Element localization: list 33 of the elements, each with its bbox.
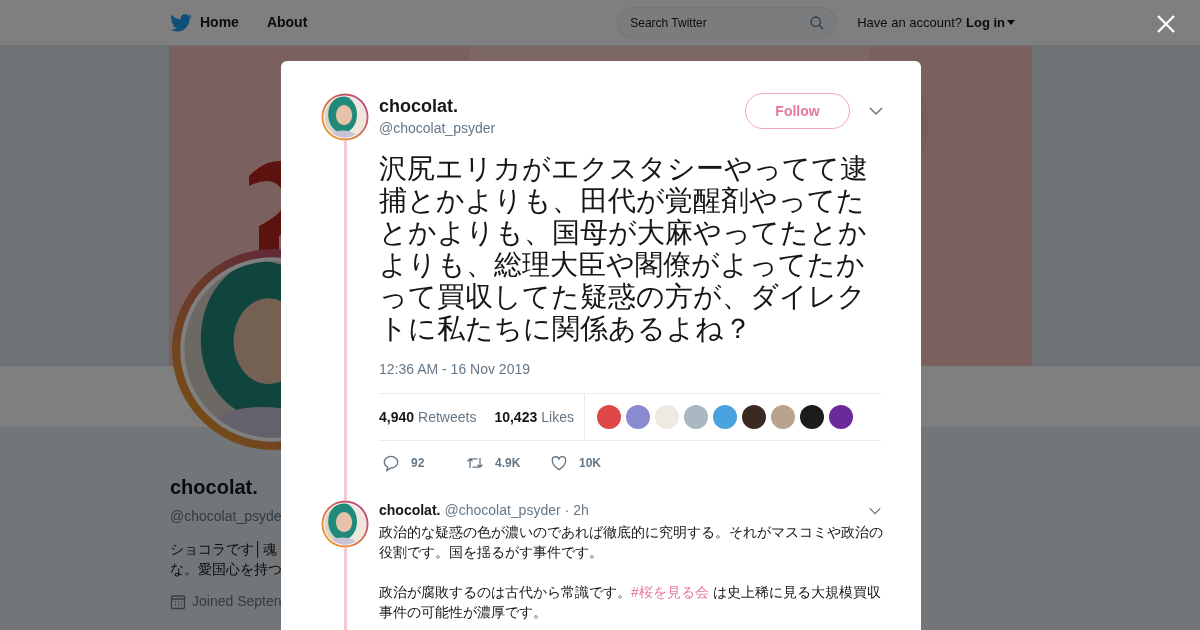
stat-count: 4,940 [379, 407, 415, 427]
action-count: 92 [411, 455, 425, 472]
stat-label: Retweets [418, 407, 477, 427]
liker-avatar[interactable] [828, 405, 853, 429]
nav-link[interactable]: About [266, 12, 308, 33]
stat-label: Likes [541, 407, 574, 427]
calendar-icon [170, 593, 186, 610]
reply-author-handle: @chocolat_psyder [444, 501, 561, 520]
reply-author-name: chocolat. [379, 501, 441, 520]
action-count: 10K [579, 455, 601, 472]
search-icon [809, 14, 826, 31]
close-icon [1156, 14, 1176, 34]
profile-name: chocolat. [170, 475, 258, 500]
reply-time: · 2h [564, 501, 589, 520]
liker-avatar[interactable] [799, 405, 824, 429]
reply-paragraph: 政治が腐敗するのは古代から常識です。#桜を見る会 は史上稀に見る大規模買収事件の可能性が濃厚です。 [379, 583, 882, 622]
caret-icon [1007, 19, 1015, 26]
stat-count: 10,423 [494, 407, 538, 427]
login-button[interactable]: Log in [966, 12, 1015, 33]
joined-date: Joined Septen [192, 592, 282, 611]
reply-paragraph: 政治的な疑惑の色が濃いのであれば徹底的に究明する。それがマスコミや政治の役割です。国を揺るがす事件です。 [379, 523, 884, 562]
heart-icon [549, 453, 569, 473]
search-field[interactable]: Search Twitter [617, 6, 838, 39]
hashtag-link[interactable]: #桜を見る会 [631, 584, 709, 600]
action-count: 4.9K [495, 455, 521, 472]
speech-bubble-icon [381, 453, 401, 473]
profile-handle: @chocolat_psyde [170, 507, 282, 526]
liker-avatar[interactable] [741, 405, 766, 429]
profile-bio-line: ショコラです│魂 [170, 540, 277, 559]
bird-icon [170, 13, 192, 32]
nav-link[interactable]: Home [200, 12, 239, 33]
account-prompt: Have an account? [857, 13, 962, 32]
profile-bio-line: な。愛国心を持つ [170, 560, 282, 579]
